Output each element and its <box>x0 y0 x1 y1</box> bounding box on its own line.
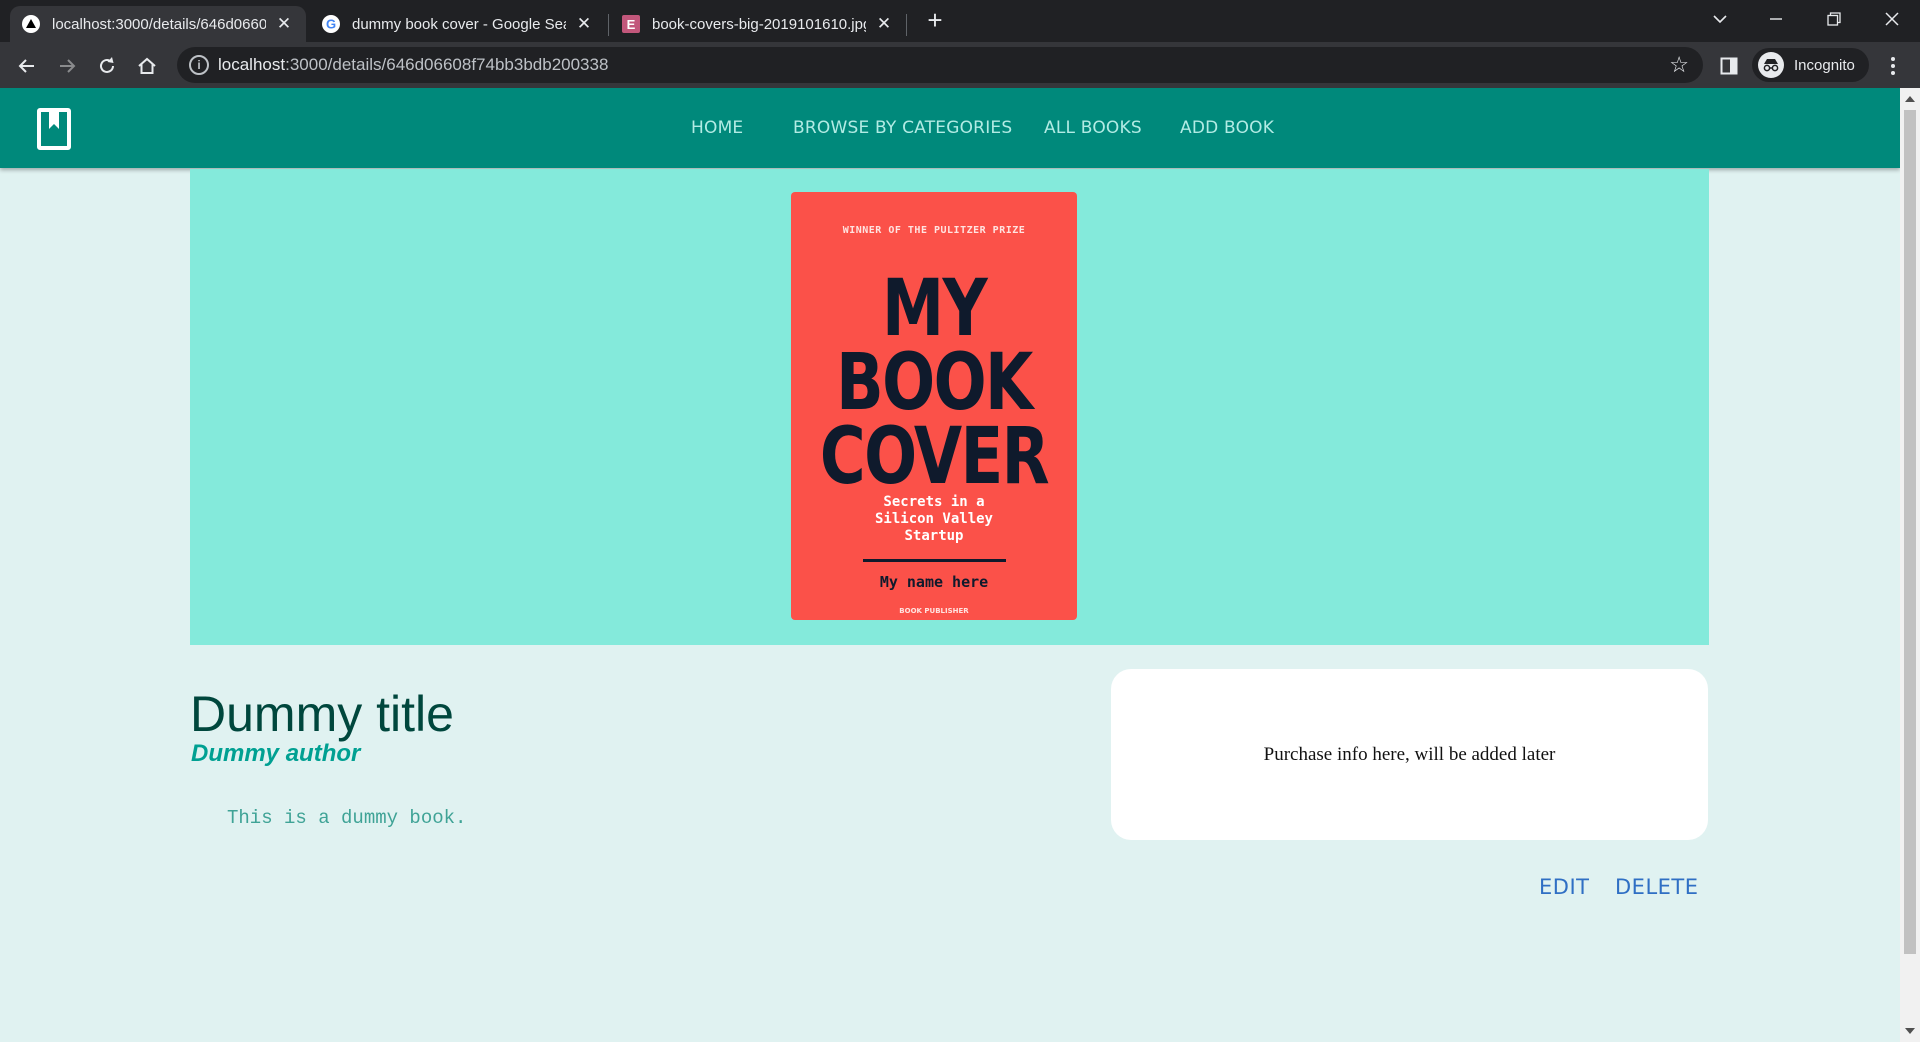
tab-search-icon[interactable] <box>1692 0 1748 38</box>
purchase-info-card: Purchase info here, will be added later <box>1111 669 1708 840</box>
tab-title: dummy book cover - Google Sea <box>352 15 566 33</box>
menu-kebab-icon[interactable] <box>1876 49 1910 83</box>
delete-button[interactable]: DELETE <box>1615 875 1699 899</box>
purchase-info-text: Purchase info here, will be added later <box>1263 743 1556 765</box>
url-host: localhost <box>218 55 286 74</box>
bookmark-book-icon[interactable] <box>37 108 71 150</box>
google-icon: G <box>322 15 340 33</box>
tab-title: localhost:3000/details/646d0660 <box>52 15 266 33</box>
cover-subtitle-line: Secrets in a <box>883 494 985 510</box>
cover-divider <box>863 559 1006 562</box>
incognito-profile-button[interactable]: Incognito <box>1752 48 1869 82</box>
cover-title-line-1: MY <box>881 264 988 354</box>
bookmark-star-icon[interactable]: ☆ <box>1669 52 1689 78</box>
tab-close-icon[interactable]: ✕ <box>874 14 894 34</box>
cover-author: My name here <box>879 573 989 591</box>
cover-subtitle: Secrets in a Silicon Valley Startup <box>791 494 1077 545</box>
new-tab-button[interactable]: + <box>921 6 949 34</box>
scroll-thumb[interactable] <box>1904 110 1916 954</box>
edit-button[interactable]: EDIT <box>1539 875 1589 899</box>
book-description: This is a dummy book. <box>227 807 467 829</box>
page-scrollbar[interactable] <box>1900 88 1920 1042</box>
side-panel-icon[interactable] <box>1712 49 1746 83</box>
cover-prize-line: WINNER OF THE PULITZER PRIZE <box>842 225 1026 236</box>
book-cover-image: WINNER OF THE PULITZER PRIZE MY BOOK COV… <box>791 192 1077 620</box>
browser-toolbar: i localhost:3000/details/646d06608f74bb3… <box>0 42 1920 88</box>
back-icon[interactable] <box>10 49 44 83</box>
cover-subtitle-line: Startup <box>904 528 964 544</box>
svg-text:G: G <box>326 17 336 32</box>
tab-separator <box>608 14 609 36</box>
page-viewport: HOME BROWSE BY CATEGORIES ALL BOOKS ADD … <box>0 88 1900 1042</box>
scroll-up-arrow-icon[interactable] <box>1905 96 1915 102</box>
close-window-icon[interactable] <box>1864 0 1920 38</box>
nav-add-book[interactable]: ADD BOOK <box>1180 88 1274 168</box>
address-bar[interactable]: i localhost:3000/details/646d06608f74bb3… <box>177 47 1703 83</box>
book-author: Dummy author <box>191 740 361 767</box>
app-header: HOME BROWSE BY CATEGORIES ALL BOOKS ADD … <box>0 88 1900 168</box>
e-icon: E <box>622 15 640 33</box>
profile-label: Incognito <box>1794 56 1855 74</box>
incognito-icon <box>1758 52 1784 78</box>
tab-google-search[interactable]: G dummy book cover - Google Sea ✕ <box>310 6 606 42</box>
home-icon[interactable] <box>130 49 164 83</box>
reload-icon[interactable] <box>90 49 124 83</box>
cover-title-line-3: COVER <box>819 412 1050 502</box>
scroll-down-arrow-icon[interactable] <box>1905 1028 1915 1034</box>
book-cover-banner: WINNER OF THE PULITZER PRIZE MY BOOK COV… <box>190 169 1709 645</box>
tab-separator <box>906 14 907 36</box>
cover-publisher: BOOK PUBLISHER <box>899 607 969 615</box>
site-info-icon[interactable]: i <box>189 55 209 75</box>
url-path: :3000/details/646d06608f74bb3bdb200338 <box>285 55 609 74</box>
nav-browse-categories[interactable]: BROWSE BY CATEGORIES <box>793 88 1012 168</box>
svg-text:E: E <box>627 17 636 32</box>
book-title: Dummy title <box>190 686 454 742</box>
minimize-icon[interactable] <box>1748 0 1804 38</box>
browser-tab-strip: localhost:3000/details/646d0660 ✕ G dumm… <box>0 0 1920 42</box>
tab-title: book-covers-big-2019101610.jpg <box>652 15 866 33</box>
tab-image[interactable]: E book-covers-big-2019101610.jpg ✕ <box>610 6 906 42</box>
tab-details[interactable]: localhost:3000/details/646d0660 ✕ <box>10 6 306 42</box>
tab-close-icon[interactable]: ✕ <box>574 14 594 34</box>
cover-subtitle-line: Silicon Valley <box>874 511 993 527</box>
nav-all-books[interactable]: ALL BOOKS <box>1044 88 1142 168</box>
tab-close-icon[interactable]: ✕ <box>274 14 294 34</box>
restore-icon[interactable] <box>1806 0 1862 38</box>
cover-title-line-2: BOOK <box>836 338 1033 428</box>
nav-home[interactable]: HOME <box>691 88 743 168</box>
url-text[interactable]: localhost:3000/details/646d06608f74bb3bd… <box>218 55 608 75</box>
forward-icon[interactable] <box>50 49 84 83</box>
triangle-icon <box>22 15 40 33</box>
